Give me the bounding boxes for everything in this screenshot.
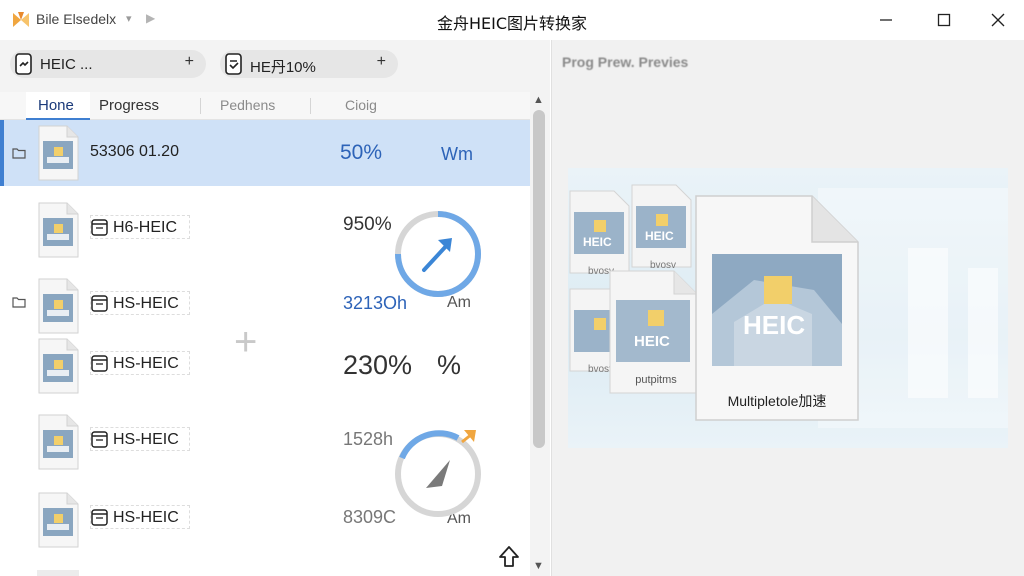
preview-decor xyxy=(908,248,948,398)
document-icon xyxy=(225,53,242,75)
column-header-cioig[interactable]: Cioig xyxy=(345,92,377,120)
document-tab-label: HEIC ... xyxy=(40,56,93,73)
heic-file-thumbnail-icon xyxy=(38,278,79,334)
document-tab-heic[interactable]: HEIC ... + xyxy=(10,50,206,78)
vertical-scrollbar[interactable]: ▲ ▼ xyxy=(530,92,550,576)
file-name: H6-HEIC xyxy=(113,219,178,236)
svg-text:HEIC: HEIC xyxy=(634,333,670,350)
preview-area: HEIC bvosv HEIC bvosv bvosv HEIC putpitm… xyxy=(568,168,1008,448)
preview-decor xyxy=(968,268,998,398)
add-file-ghost-icon[interactable]: + xyxy=(234,320,257,365)
svg-text:HEIC: HEIC xyxy=(583,235,612,249)
scroll-up-arrow-icon[interactable]: ▲ xyxy=(533,94,544,106)
file-name-chip: HS-HEIC xyxy=(90,427,190,451)
progress-dial-icon[interactable] xyxy=(392,208,484,300)
file-name: HS-HEIC xyxy=(113,509,179,526)
file-name-chip: HS-HEIC xyxy=(90,351,190,375)
list-column-header: Hone Progress Pedhens Cioig xyxy=(0,92,530,120)
progress-percent: 8309C xyxy=(343,507,397,527)
upload-icon[interactable] xyxy=(496,544,522,570)
progress-percent: 230% xyxy=(343,350,413,380)
file-list: 53306 01.20 50% Wm H6-HEIC 950% HS-HEIC … xyxy=(0,120,530,576)
progress-percent: 50% xyxy=(340,141,383,164)
tab-progress[interactable]: Progress xyxy=(99,92,159,120)
compass-dial-icon[interactable] xyxy=(392,428,484,520)
column-divider xyxy=(200,98,201,114)
image-file-icon xyxy=(91,355,108,372)
heic-file-thumbnail-icon: HEIC xyxy=(569,190,630,274)
table-row[interactable]: 53306 01.20 50% Wm xyxy=(0,120,530,186)
heic-file-thumbnail-icon xyxy=(38,338,79,394)
add-tab-button[interactable]: + xyxy=(185,53,194,71)
progress-percent: 950% xyxy=(343,214,392,235)
heic-file-thumbnail-icon: HEIC xyxy=(631,184,692,268)
title-bar: Bile Elsedelx ▾ ▶ 金舟HEIC图片转换家 xyxy=(0,0,1024,40)
image-file-icon xyxy=(91,431,108,448)
file-name: HS-HEIC xyxy=(113,295,179,312)
main-heic-preview[interactable]: HEIC Multipletole加速 xyxy=(694,194,860,422)
maximize-button[interactable] xyxy=(930,8,958,32)
file-name-chip: HS-HEIC xyxy=(90,505,190,529)
partial-row-thumbnail xyxy=(37,570,79,576)
file-name-chip: HS-HEIC xyxy=(90,291,190,315)
status-label: % xyxy=(437,350,462,380)
scroll-thumb[interactable] xyxy=(533,110,545,448)
status-label: Wm xyxy=(441,144,473,164)
heic-file-thumbnail-icon xyxy=(38,492,79,548)
column-header-pathers[interactable]: Pedhens xyxy=(220,92,275,120)
image-file-icon xyxy=(91,295,108,312)
folder-icon xyxy=(12,148,26,159)
close-button[interactable] xyxy=(984,8,1012,32)
heic-file-thumbnail-icon xyxy=(38,125,79,181)
minimize-button[interactable] xyxy=(872,8,900,32)
file-name: HS-HEIC xyxy=(113,431,179,448)
document-icon xyxy=(15,53,32,75)
document-tab-progress[interactable]: HE丹10% + xyxy=(220,50,398,78)
thumbnail-caption: putpitms xyxy=(635,374,677,386)
preview-file-label: Multipletole加速 xyxy=(727,393,827,409)
preview-pane: Prog Prew. Previes HEIC bvosv HEIC bvosv… xyxy=(551,40,1024,576)
svg-text:HEIC: HEIC xyxy=(743,310,805,340)
image-file-icon xyxy=(91,509,108,526)
file-list-pane: HEIC ... + HE丹10% + Hone Progress Pedhen… xyxy=(0,40,550,576)
column-divider xyxy=(310,98,311,114)
heic-file-large-icon: HEIC xyxy=(695,195,859,421)
preview-pane-title: Prog Prew. Previes xyxy=(562,54,689,70)
svg-text:HEIC: HEIC xyxy=(645,229,674,243)
heic-file-thumbnail-icon xyxy=(38,202,79,258)
folder-icon xyxy=(12,297,26,308)
tab-home[interactable]: Hone xyxy=(26,92,90,120)
scroll-down-arrow-icon[interactable]: ▼ xyxy=(533,560,544,572)
table-row[interactable]: HS-HEIC 230% % xyxy=(0,334,530,400)
file-name-chip: H6-HEIC xyxy=(90,215,190,239)
progress-percent: 1528h xyxy=(343,429,394,449)
window-title: 金舟HEIC图片转换家 xyxy=(436,14,588,33)
file-name: HS-HEIC xyxy=(113,355,179,372)
heic-file-thumbnail-icon xyxy=(38,414,79,470)
image-file-icon xyxy=(91,219,108,236)
add-tab-button[interactable]: + xyxy=(377,53,386,71)
file-name: 53306 01.20 xyxy=(90,143,179,160)
document-tab-label: HE丹10% xyxy=(250,59,316,76)
